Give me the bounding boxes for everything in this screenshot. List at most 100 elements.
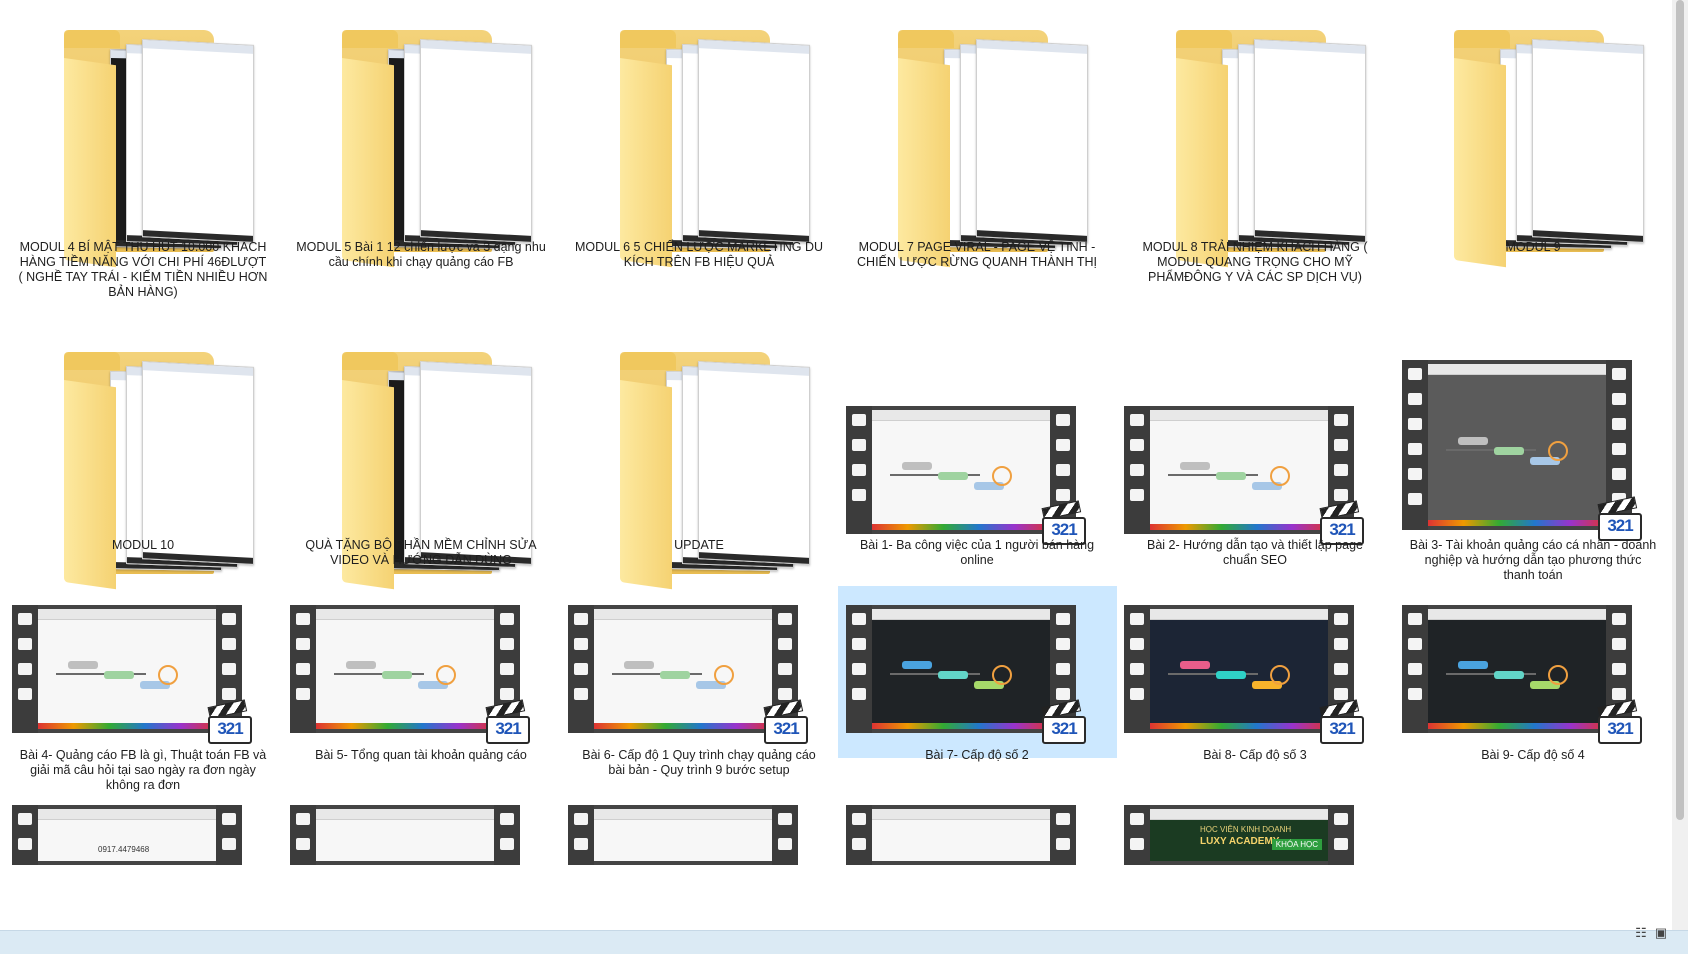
cursor-highlight-ring (1270, 466, 1290, 486)
film-hole (1334, 464, 1348, 476)
film-hole (1130, 613, 1144, 625)
film-hole (296, 813, 310, 825)
cursor-highlight-ring (158, 665, 178, 685)
film-hole (852, 688, 866, 700)
video-file-item[interactable]: 321 Bài 3- Tài khoản quảng cáo cá nhân - … (1394, 322, 1672, 592)
video-file-item[interactable]: 321 Bài 2- Hướng dẫn tạo và thiết lập pag… (1116, 322, 1395, 592)
mindmap-node (346, 661, 376, 669)
video-file-item[interactable]: 321 Bài 1- Ba công việc của 1 người bán h… (838, 322, 1117, 592)
folder-front (342, 58, 394, 268)
film-hole (296, 688, 310, 700)
folder-item[interactable]: MODUL 8 TRẢI NHIỆM KHÁCH HÀNG ( MODUL QU… (1116, 0, 1395, 300)
badge-number: 321 (208, 716, 252, 744)
vertical-scrollbar[interactable] (1672, 0, 1688, 930)
film-hole (574, 638, 588, 650)
video-file-item[interactable]: 321 Bài 9- Cấp độ số 4 (1394, 600, 1672, 762)
film-hole (1334, 489, 1348, 501)
film-hole (1056, 638, 1070, 650)
film-strip-left (1402, 360, 1428, 530)
film-hole (1130, 464, 1144, 476)
mindmap-node (660, 671, 690, 679)
video-file-item[interactable] (560, 800, 839, 930)
video-preview-screen (594, 809, 772, 861)
badge-number: 321 (764, 716, 808, 744)
folder-front (64, 58, 116, 268)
folder-tab (620, 30, 676, 48)
film-hole (1130, 489, 1144, 501)
video-file-item[interactable] (838, 800, 1117, 930)
video-file-item[interactable]: 0917.4479468 (4, 800, 283, 930)
video-preview-screen (872, 809, 1050, 861)
folder-item[interactable]: QUÀ TẶNG BỘ PHẦN MỀM CHỈNH SỬA VIDEO VÀ … (282, 322, 561, 622)
scrollbar-thumb[interactable] (1676, 0, 1684, 820)
film-hole (1130, 439, 1144, 451)
film-hole (222, 838, 236, 850)
folder-preview-page (698, 39, 810, 243)
video-preview-screen (1150, 410, 1328, 530)
film-hole (500, 613, 514, 625)
media-player-badge-icon: 321 (763, 699, 808, 744)
film-hole (1408, 443, 1422, 455)
film-hole (1408, 468, 1422, 480)
video-preview-screen (316, 609, 494, 729)
video-thumbnail (846, 805, 1076, 865)
video-preview-screen (1150, 609, 1328, 729)
video-file-item[interactable]: HỌC VIỆN KINH DOANH LUXY ACADEMY KHÓA HỌC (1116, 800, 1395, 930)
app-toolbar (1428, 364, 1606, 375)
large-icons-view-icon[interactable]: ▣ (1652, 926, 1670, 940)
folder-item[interactable]: UPDATE (560, 322, 839, 622)
badge-number: 321 (1320, 716, 1364, 744)
film-strip-right (216, 805, 242, 865)
film-hole (1612, 443, 1626, 455)
folder-item[interactable]: MODUL 7 PAGE VIRAL - PAGE VỆ TINH - CHIẾ… (838, 0, 1117, 300)
video-file-item[interactable]: 321 Bài 5- Tổng quan tài khoản quảng cáo (282, 600, 561, 762)
film-hole (778, 638, 792, 650)
file-name-label: MODUL 6 5 CHIẾN LƯỢC MARKETING DU KÍCH T… (574, 240, 824, 269)
video-thumbnail: 321 (1402, 605, 1642, 744)
film-hole (500, 688, 514, 700)
folder-item[interactable]: MODUL 4 BÍ MẬT THU HÚT 10.000 KHÁCH HÀNG… (4, 0, 283, 300)
mindmap-node (68, 661, 98, 669)
folder-item[interactable]: MODUL 9 (1394, 0, 1672, 300)
video-file-item[interactable] (282, 800, 561, 930)
video-file-item[interactable]: 321 Bài 7- Cấp độ số 2 (838, 586, 1117, 762)
film-hole (1334, 439, 1348, 451)
film-hole (1612, 468, 1626, 480)
film-hole (18, 813, 32, 825)
video-preview-screen (872, 410, 1050, 530)
windows-taskbar (316, 723, 494, 729)
file-name-label: MODUL 4 BÍ MẬT THU HÚT 10.000 KHÁCH HÀNG… (18, 240, 268, 299)
mindmap-node (1494, 671, 1524, 679)
film-hole (500, 663, 514, 675)
app-toolbar (38, 809, 216, 820)
partial-phone-number: 0917.4479468 (98, 845, 150, 854)
details-view-icon[interactable]: ☷ (1632, 926, 1650, 940)
cursor-highlight-ring (1270, 665, 1290, 685)
folder-icon (1454, 30, 1644, 268)
video-file-item[interactable]: 321 Bài 6- Cấp độ 1 Quy trình chạy quảng … (560, 600, 839, 777)
folder-tab (64, 30, 120, 48)
video-thumbnail: 321 (12, 605, 252, 744)
folder-item[interactable]: MODUL 10 (4, 322, 283, 622)
film-hole (1334, 688, 1348, 700)
video-file-item[interactable]: 321 Bài 4- Quảng cáo FB là gì, Thuật toán… (4, 600, 283, 792)
file-name-label: MODUL 5 Bài 1 12 chiến lược và 3 dạng nh… (296, 240, 546, 269)
folder-preview-page (142, 39, 254, 243)
video-thumbnail: HỌC VIỆN KINH DOANH LUXY ACADEMY KHÓA HỌC (1124, 805, 1354, 865)
film-hole (1612, 663, 1626, 675)
media-player-badge-icon: 321 (207, 699, 252, 744)
film-hole (18, 638, 32, 650)
windows-taskbar (1428, 520, 1606, 526)
mindmap-node (938, 472, 968, 480)
app-toolbar (872, 410, 1050, 421)
windows-taskbar (1428, 723, 1606, 729)
film-hole (574, 613, 588, 625)
folder-item[interactable]: MODUL 5 Bài 1 12 chiến lược và 3 dạng nh… (282, 0, 561, 300)
folder-tab (342, 352, 398, 370)
folder-preview-page (1254, 39, 1366, 243)
film-hole (222, 688, 236, 700)
film-strip-left (12, 605, 38, 733)
folder-item[interactable]: MODUL 6 5 CHIẾN LƯỢC MARKETING DU KÍCH T… (560, 0, 839, 300)
video-file-item[interactable]: 321 Bài 8- Cấp độ số 3 (1116, 600, 1395, 762)
windows-taskbar (38, 723, 216, 729)
